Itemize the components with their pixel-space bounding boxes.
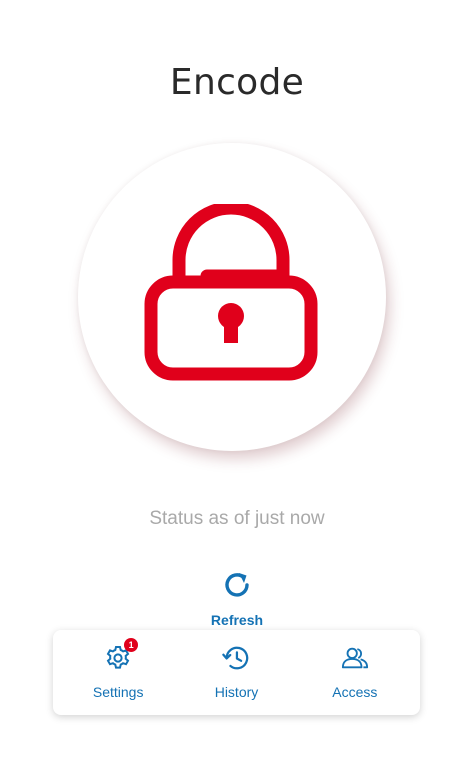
nav-label-settings: Settings — [92, 684, 144, 700]
nav-label-history: History — [214, 684, 259, 700]
nav-item-settings[interactable]: 1 Settings — [59, 630, 177, 715]
notification-badge: 1 — [124, 638, 139, 652]
nav-item-access[interactable]: Access — [296, 630, 414, 715]
unlocked-padlock-icon — [144, 204, 318, 381]
nav-label-access: Access — [332, 684, 378, 700]
gear-icon: 1 — [104, 638, 139, 672]
bottom-navigation: 1 Settings History Access — [53, 630, 420, 715]
history-icon — [222, 644, 250, 672]
lock-status-circle — [78, 143, 386, 451]
refresh-label: Refresh — [210, 612, 264, 628]
refresh-button[interactable]: Refresh — [187, 568, 287, 632]
nav-item-history[interactable]: History — [177, 630, 295, 715]
status-text: Status as of just now — [149, 508, 325, 529]
users-icon — [341, 644, 369, 672]
refresh-icon — [220, 568, 254, 602]
page-title: Encode — [169, 62, 305, 103]
